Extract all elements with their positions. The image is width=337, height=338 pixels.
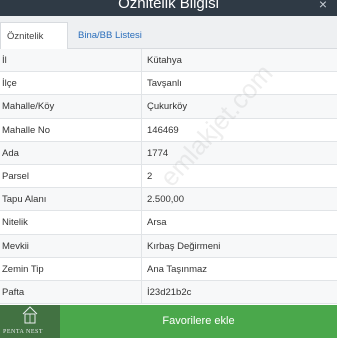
add-favorite-button[interactable]: Favorilere ekle bbox=[60, 305, 337, 338]
dialog-header: Öznitelik Bilgisi × bbox=[0, 0, 337, 16]
row-value: İ23d21b2c bbox=[147, 286, 192, 298]
dialog-title: Öznitelik Bilgisi bbox=[118, 0, 219, 12]
row-key: İlçe bbox=[2, 78, 17, 90]
row-key: Parsel bbox=[2, 170, 29, 182]
row-value: 1774 bbox=[147, 147, 169, 159]
row-value: 2 bbox=[147, 170, 153, 182]
table-row: Pafta İ23d21b2c bbox=[0, 280, 337, 305]
row-value: Ana Taşınmaz bbox=[147, 263, 208, 275]
row-key: Zemin Tip bbox=[2, 263, 44, 275]
row-key: Mahalle No bbox=[2, 124, 51, 136]
row-value: Tavşanlı bbox=[147, 78, 182, 90]
row-key: Tapu Alanı bbox=[2, 194, 47, 206]
row-key: Pafta bbox=[2, 286, 25, 298]
tab-oznitelik-bilgisi[interactable]: Öznitelik Bilgisi bbox=[0, 22, 68, 69]
table-row: Mahalle/Köy Çukurköy bbox=[0, 95, 337, 119]
table-row: Mahalle No 146469 bbox=[0, 118, 337, 142]
row-key: İl bbox=[2, 55, 7, 66]
row-key: Nitelik bbox=[2, 217, 28, 229]
tab-bina-bb-listesi[interactable]: Bina/BB Listesi bbox=[72, 22, 148, 49]
row-key: Mevkii bbox=[2, 240, 29, 252]
row-value: Çukurköy bbox=[147, 101, 188, 113]
row-value: Kütahya bbox=[147, 55, 182, 66]
logo: PENTA NEST bbox=[0, 305, 60, 338]
row-key: Ada bbox=[2, 147, 19, 159]
row-value: Arsa bbox=[147, 217, 167, 229]
table-row: Zemin Tip Ana Taşınmaz bbox=[0, 257, 337, 281]
row-value: 2.500,00 bbox=[147, 194, 184, 206]
table-row: Ada 1774 bbox=[0, 141, 337, 165]
table-row: Mevkii Kırbaş Değirmeni bbox=[0, 234, 337, 258]
table-row: Tapu Alanı 2.500,00 bbox=[0, 188, 337, 212]
table-row: Parsel 2 bbox=[0, 164, 337, 189]
logo-text: PENTA NEST bbox=[3, 329, 44, 335]
row-key: Mahalle/Köy bbox=[2, 101, 55, 113]
table-row: İl Kütahya bbox=[0, 49, 337, 73]
tab-bar: Öznitelik Bilgisi Bina/BB Listesi bbox=[0, 16, 337, 69]
table-row: Nitelik Arsa bbox=[0, 211, 337, 235]
attribute-table: İl Kütahya İlçe Tavşanlı Mahalle/Köy Çukurk… bbox=[0, 49, 337, 305]
close-icon[interactable]: × bbox=[319, 0, 327, 12]
logo-house-icon bbox=[22, 306, 38, 324]
row-value: 146469 bbox=[147, 124, 179, 136]
table-row: İlçe Tavşanlı bbox=[0, 72, 337, 96]
row-value: Kırbaş Değirmeni bbox=[147, 240, 221, 252]
